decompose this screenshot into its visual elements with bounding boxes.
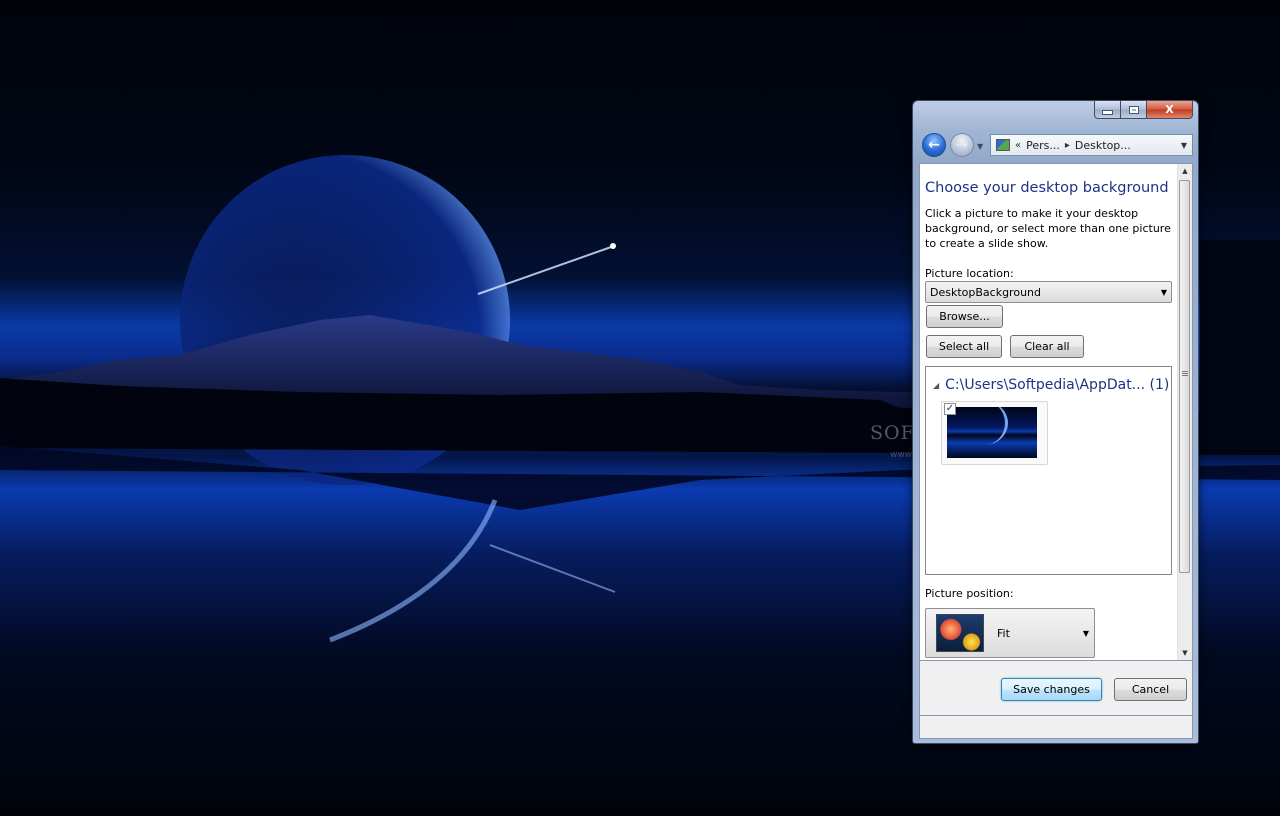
close-button[interactable]: X xyxy=(1147,101,1193,119)
forward-arrow-icon: → xyxy=(956,137,968,153)
navigation-bar: ← → ▼ « Pers... ▸ Desktop... ▼ xyxy=(919,131,1193,161)
picture-location-select[interactable]: DesktopBackground ▼ xyxy=(925,281,1172,303)
planet-reflection xyxy=(329,499,498,643)
cancel-button[interactable]: Cancel xyxy=(1114,678,1187,701)
breadcrumb-separator-icon[interactable]: ▸ xyxy=(1065,140,1070,151)
scroll-thumb[interactable] xyxy=(1179,180,1190,573)
minimize-icon xyxy=(1102,110,1113,115)
picture-location-label: Picture location: xyxy=(925,267,1014,280)
minimize-button[interactable] xyxy=(1094,101,1121,119)
folder-group-path: C:\Users\Softpedia\AppDat... (1) xyxy=(945,377,1170,393)
checkbox-icon[interactable]: ✓ xyxy=(944,403,956,415)
address-bar[interactable]: « Pers... ▸ Desktop... ▼ xyxy=(990,134,1193,156)
chevron-down-icon: ▼ xyxy=(1082,629,1089,638)
desktop-background-window: X ← → ▼ « Pers... ▸ Desktop... ▼ Choose … xyxy=(912,100,1199,744)
page-title: Choose your desktop background xyxy=(925,180,1169,196)
browse-button[interactable]: Browse... xyxy=(926,305,1003,328)
content-pane: Choose your desktop background Click a p… xyxy=(919,163,1193,661)
forward-button[interactable]: → xyxy=(950,133,974,157)
thumbnail-planet xyxy=(961,407,1008,445)
control-panel-icon xyxy=(996,139,1010,151)
folder-group-header[interactable]: ◢ C:\Users\Softpedia\AppDat... (1) xyxy=(933,377,1169,393)
chevron-down-icon[interactable]: ▼ xyxy=(1181,141,1187,150)
collapse-triangle-icon[interactable]: ◢ xyxy=(933,381,939,390)
picture-location-value: DesktopBackground xyxy=(930,285,1041,299)
select-all-button[interactable]: Select all xyxy=(926,335,1002,358)
scroll-up-icon[interactable]: ▲ xyxy=(1178,164,1192,178)
chevron-down-icon: ▼ xyxy=(1160,287,1167,297)
picture-list[interactable]: ◢ C:\Users\Softpedia\AppDat... (1) ✓ xyxy=(925,366,1172,575)
comet-reflection xyxy=(489,544,616,593)
status-bar xyxy=(919,715,1193,739)
page-description: Click a picture to make it your desktop … xyxy=(925,207,1171,250)
picture-position-label: Picture position: xyxy=(925,587,1014,600)
thumbnail-image xyxy=(947,407,1037,458)
back-arrow-icon: ← xyxy=(928,137,940,153)
breadcrumb-personalization[interactable]: Pers... xyxy=(1026,139,1060,152)
comet-head xyxy=(610,243,616,249)
picture-position-value: Fit xyxy=(997,627,1010,640)
scroll-down-icon[interactable]: ▼ xyxy=(1178,646,1192,660)
footer-bar: Save changes Cancel xyxy=(919,661,1193,715)
back-button[interactable]: ← xyxy=(922,133,946,157)
clear-all-button[interactable]: Clear all xyxy=(1010,335,1084,358)
breadcrumb-desktop-background[interactable]: Desktop... xyxy=(1075,139,1131,152)
picture-position-icon xyxy=(936,614,984,652)
close-icon: X xyxy=(1165,103,1174,116)
picture-position-select[interactable]: Fit ▼ xyxy=(925,608,1095,658)
wallpaper-thumbnail[interactable]: ✓ xyxy=(941,401,1048,465)
scroll-grip xyxy=(1182,371,1188,377)
address-overflow[interactable]: « xyxy=(1015,140,1021,151)
recent-pages-dropdown[interactable]: ▼ xyxy=(977,142,983,151)
moon-reflection xyxy=(240,574,262,611)
right-hill xyxy=(1200,240,1280,450)
maximize-button[interactable] xyxy=(1121,101,1147,119)
caption-buttons: X xyxy=(1094,101,1193,120)
maximize-icon xyxy=(1128,105,1139,114)
vertical-scrollbar[interactable]: ▲ ▼ xyxy=(1177,164,1192,660)
save-changes-button[interactable]: Save changes xyxy=(1001,678,1102,701)
